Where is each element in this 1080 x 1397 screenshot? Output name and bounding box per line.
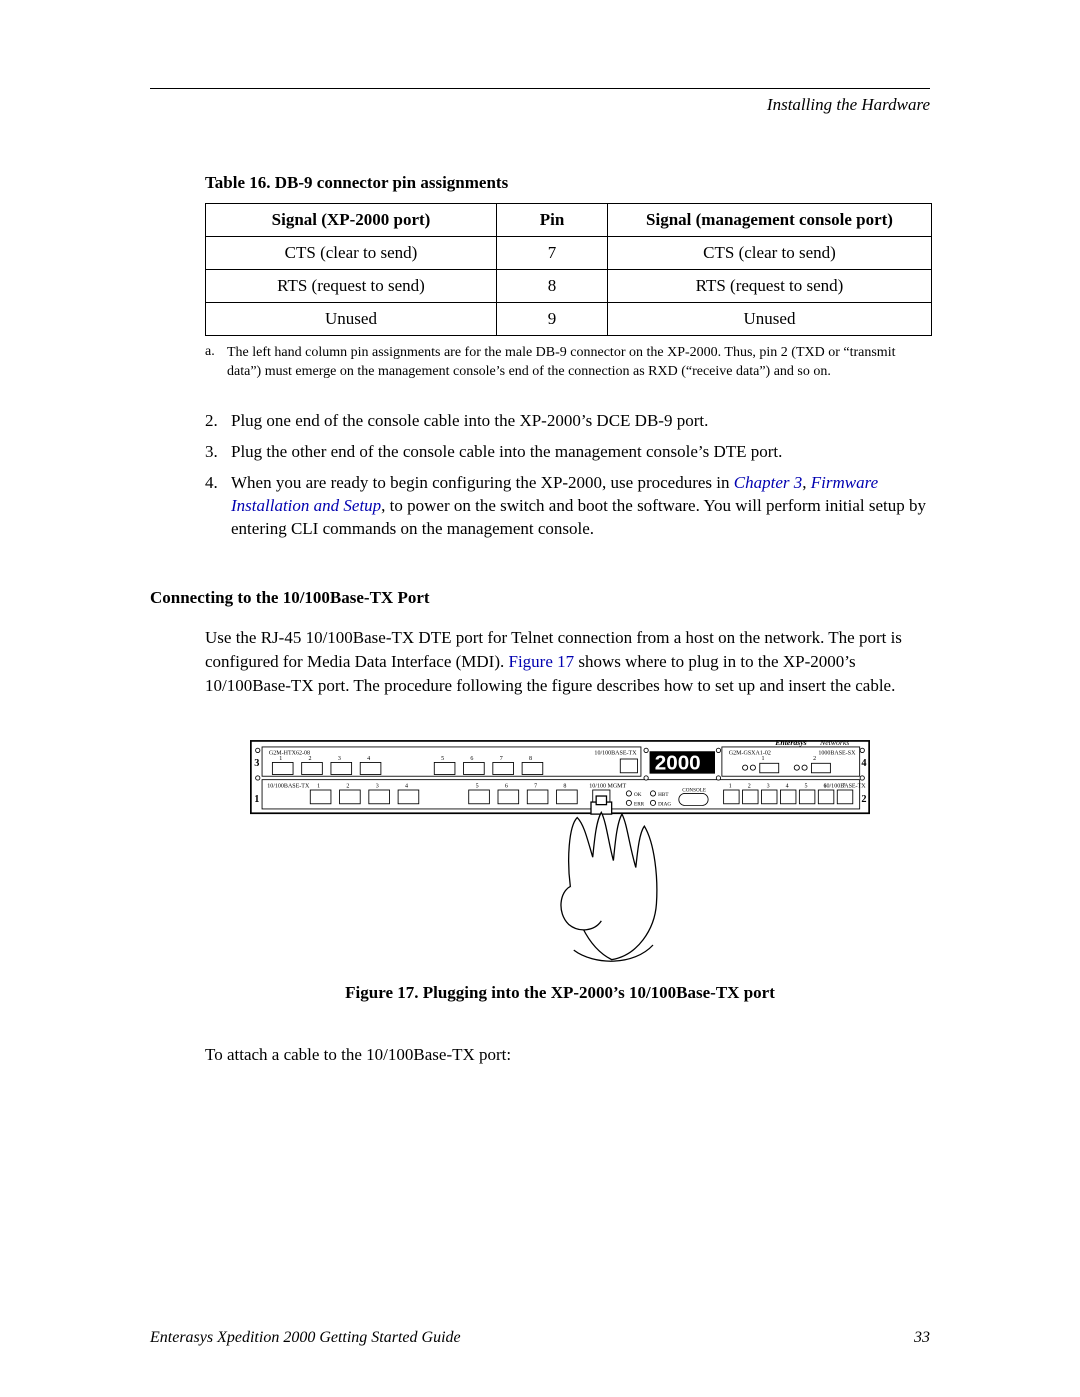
step4-pre: When you are ready to begin configuring … [231,473,734,492]
col-header-pin: Pin [497,204,608,237]
svg-text:2: 2 [346,783,349,789]
step4-mid: , [802,473,811,492]
doc-title: Enterasys Xpedition 2000 Getting Started… [150,1329,461,1347]
svg-text:OK: OK [634,792,642,798]
footnote-marker: a. [205,344,227,382]
page: Installing the Hardware Table 16. DB-9 c… [0,0,1080,1397]
device-illustration: G2M-HTX62-08 10/100BASE-TX 1 2 3 4 5 6 7… [250,740,870,964]
svg-text:5: 5 [476,783,479,789]
header-rule [150,88,930,89]
svg-text:3: 3 [376,783,379,789]
svg-text:3: 3 [767,783,770,789]
svg-text:7: 7 [500,756,503,762]
step-text: When you are ready to begin configuring … [231,472,930,541]
console-label: CONSOLE [682,788,706,794]
svg-text:7: 7 [534,783,537,789]
svg-text:2: 2 [309,756,312,762]
step-number: 2. [205,410,231,433]
step-4: 4. When you are ready to begin configuri… [205,472,930,541]
svg-text:4: 4 [367,756,370,762]
svg-text:6: 6 [470,756,473,762]
svg-text:1: 1 [729,783,732,789]
table-header-row: Signal (XP-2000 port) Pin Signal (manage… [206,204,932,237]
table-caption: Table 16. DB-9 connector pin assignments [205,173,930,193]
section-paragraph: Use the RJ-45 10/100Base-TX DTE port for… [205,626,925,697]
table-row: RTS (request to send) 8 RTS (request to … [206,270,932,303]
svg-text:1: 1 [762,756,765,762]
figure-17: G2M-HTX62-08 10/100BASE-TX 1 2 3 4 5 6 7… [250,740,870,1003]
brand-left: Enterasys [774,740,806,747]
svg-text:8: 8 [529,756,532,762]
svg-text:1: 1 [317,783,320,789]
table-row: CTS (clear to send) 7 CTS (clear to send… [206,237,932,270]
svg-text:4: 4 [786,783,789,789]
svg-text:6: 6 [505,783,508,789]
cell-pin: 7 [497,237,608,270]
svg-text:2: 2 [748,783,751,789]
cell-signal-xp: CTS (clear to send) [206,237,497,270]
iface-label: 1000BASE-SX [818,751,856,757]
svg-text:HBT: HBT [658,792,669,798]
mgmt-label: 10/100 MGMT [589,783,626,789]
figure-caption: Figure 17. Plugging into the XP-2000’s 1… [250,983,870,1003]
slot-2: 2 [861,794,866,805]
step-number: 4. [205,472,231,541]
col-header-signal-xp: Signal (XP-2000 port) [206,204,497,237]
figure-reference-link[interactable]: Figure 17 [509,652,575,671]
cell-pin: 8 [497,270,608,303]
svg-text:1: 1 [279,756,282,762]
port-label: 10/100BASE-TX [594,751,637,757]
step-number: 3. [205,441,231,464]
svg-text:2: 2 [813,756,816,762]
page-footer: Enterasys Xpedition 2000 Getting Started… [150,1329,930,1347]
svg-text:8: 8 [563,783,566,789]
running-header: Installing the Hardware [150,95,930,115]
step-2: 2. Plug one end of the console cable int… [205,410,930,433]
cell-signal-mgmt: Unused [608,303,932,336]
card-label-right: G2M-GSXA1-02 [729,751,771,757]
attach-intro: To attach a cable to the 10/100Base-TX p… [205,1043,925,1067]
procedure-steps: 2. Plug one end of the console cable int… [205,410,930,541]
section-heading: Connecting to the 10/100Base-TX Port [150,588,930,608]
cell-signal-mgmt: CTS (clear to send) [608,237,932,270]
svg-text:3: 3 [338,756,341,762]
step-3: 3. Plug the other end of the console cab… [205,441,930,464]
card-label: G2M-HTX62-08 [269,751,310,757]
svg-text:5: 5 [441,756,444,762]
cell-signal-mgmt: RTS (request to send) [608,270,932,303]
page-number: 33 [914,1329,930,1347]
svg-text:DIAG: DIAG [658,801,671,807]
cell-signal-xp: RTS (request to send) [206,270,497,303]
bottom-right-label: 10/100BASE-TX [824,783,867,789]
svg-text:4: 4 [405,783,408,789]
slot-1: 1 [254,794,259,805]
slot-4: 4 [861,758,866,769]
step-text: Plug one end of the console cable into t… [231,410,930,433]
slot-3: 3 [254,758,259,769]
step-text: Plug the other end of the console cable … [231,441,930,464]
table-footnote: a. The left hand column pin assignments … [205,344,920,382]
brand-right: Networks [819,740,849,747]
svg-text:5: 5 [805,783,808,789]
device-model: 2000 [655,751,701,774]
svg-text:ERR: ERR [634,801,645,807]
chapter-link[interactable]: Chapter 3 [734,473,802,492]
cell-signal-xp: Unused [206,303,497,336]
cell-pin: 9 [497,303,608,336]
footnote-text: The left hand column pin assignments are… [227,344,920,382]
col-header-signal-mgmt: Signal (management console port) [608,204,932,237]
pin-assignment-table: Signal (XP-2000 port) Pin Signal (manage… [205,203,932,336]
bottom-left-label: 10/100BASE-TX [267,783,310,789]
table-row: Unused 9 Unused [206,303,932,336]
